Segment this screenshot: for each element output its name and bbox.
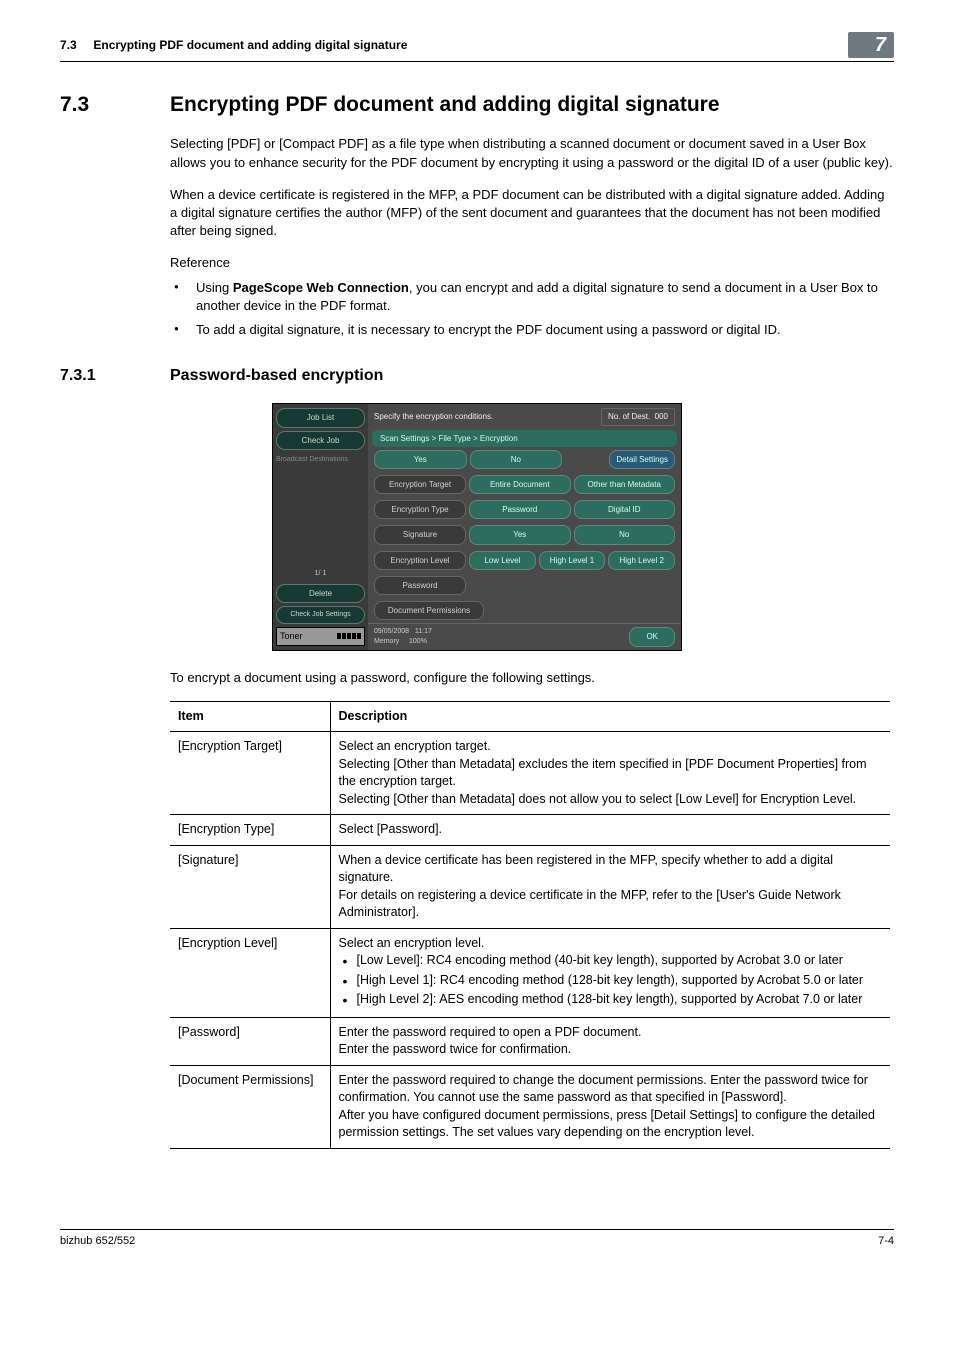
subsection-title-text: Password-based encryption — [170, 365, 383, 387]
breadcrumb: Scan Settings > File Type > Encryption — [372, 430, 677, 447]
para-2: When a device certificate is registered … — [170, 186, 894, 241]
subsection-heading: 7.3.1 Password-based encryption — [60, 365, 894, 387]
table-header-item: Item — [170, 701, 330, 732]
cell-encryption-target: [Encryption Target] — [170, 732, 330, 815]
toner-indicator: Toner — [276, 627, 365, 646]
high-level-1-button[interactable]: High Level 1 — [539, 551, 606, 570]
password-row-label[interactable]: Password — [374, 576, 466, 595]
mfp-right-column: Specify the encryption conditions. No. o… — [368, 404, 681, 649]
mfp-top-bar: Specify the encryption conditions. No. o… — [368, 404, 681, 429]
encryption-target-label: Encryption Target — [374, 475, 466, 494]
ok-button[interactable]: OK — [629, 627, 675, 646]
cell-encryption-type: [Encryption Type] — [170, 815, 330, 846]
pager-label: 1/ 1 — [276, 567, 365, 581]
table-intro: To encrypt a document using a password, … — [170, 669, 894, 687]
instruction-text: Specify the encryption conditions. — [374, 411, 493, 422]
table-row: [Encryption Type] Select [Password]. — [170, 815, 890, 846]
signature-no-button[interactable]: No — [574, 525, 676, 544]
encrypt-yes-button[interactable]: Yes — [374, 450, 467, 469]
reference-list: Using PageScope Web Connection, you can … — [170, 279, 894, 340]
table-header-description: Description — [330, 701, 890, 732]
broadcast-label: Broadcast Destinations — [276, 453, 365, 467]
toner-bars-icon — [337, 633, 361, 639]
cell-doc-permissions-desc: Enter the password required to change th… — [330, 1065, 890, 1148]
mfp-left-column: Job List Check Job Broadcast Destination… — [273, 404, 368, 649]
table-row: [Document Permissions] Enter the passwor… — [170, 1065, 890, 1148]
cell-encryption-level-desc: Select an encryption level. [Low Level]:… — [330, 928, 890, 1017]
cell-signature-desc: When a device certificate has been regis… — [330, 845, 890, 928]
encryption-type-label: Encryption Type — [374, 500, 466, 519]
table-row: [Encryption Level] Select an encryption … — [170, 928, 890, 1017]
reference-item-1: Using PageScope Web Connection, you can … — [170, 279, 894, 315]
delete-button[interactable]: Delete — [276, 584, 365, 603]
section-heading: 7.3 Encrypting PDF document and adding d… — [60, 90, 894, 119]
signature-yes-button[interactable]: Yes — [469, 525, 571, 544]
encryption-level-label: Encryption Level — [374, 551, 466, 570]
document-permissions-label[interactable]: Document Permissions — [374, 601, 484, 620]
section-number: 7.3 — [60, 90, 130, 119]
table-row: [Password] Enter the password required t… — [170, 1017, 890, 1065]
cell-password-desc: Enter the password required to open a PD… — [330, 1017, 890, 1065]
mfp-panel: Job List Check Job Broadcast Destination… — [272, 403, 682, 650]
cell-doc-permissions: [Document Permissions] — [170, 1065, 330, 1148]
para-1: Selecting [PDF] or [Compact PDF] as a fi… — [170, 135, 894, 171]
header-section-title: Encrypting PDF document and adding digit… — [93, 38, 407, 52]
settings-table: Item Description [Encryption Target] Sel… — [170, 701, 890, 1149]
job-list-button[interactable]: Job List — [276, 408, 365, 427]
subsection-number: 7.3.1 — [60, 365, 130, 387]
reference-label: Reference — [170, 254, 894, 272]
cell-encryption-type-desc: Select [Password]. — [330, 815, 890, 846]
password-type-button[interactable]: Password — [469, 500, 571, 519]
chapter-badge: 7 — [848, 32, 894, 58]
check-job-settings-button[interactable]: Check Job Settings — [276, 606, 365, 624]
other-than-metadata-button[interactable]: Other than Metadata — [574, 475, 676, 494]
reference-item-2: To add a digital signature, it is necess… — [170, 321, 894, 339]
cell-encryption-target-desc: Select an encryption target. Selecting [… — [330, 732, 890, 815]
detail-settings-button[interactable]: Detail Settings — [609, 450, 675, 469]
mfp-screenshot: Job List Check Job Broadcast Destination… — [60, 403, 894, 650]
page-footer: bizhub 652/552 7-4 — [60, 1229, 894, 1249]
table-row: [Encryption Target] Select an encryption… — [170, 732, 890, 815]
digital-id-button[interactable]: Digital ID — [574, 500, 676, 519]
cell-password: [Password] — [170, 1017, 330, 1065]
footer-model: bizhub 652/552 — [60, 1234, 135, 1249]
cell-encryption-level: [Encryption Level] — [170, 928, 330, 1017]
footer-page: 7-4 — [878, 1234, 894, 1249]
section-title-text: Encrypting PDF document and adding digit… — [170, 90, 720, 119]
low-level-button[interactable]: Low Level — [469, 551, 536, 570]
header-left: 7.3 Encrypting PDF document and adding d… — [60, 37, 407, 54]
encrypt-no-button[interactable]: No — [470, 450, 563, 469]
page-header: 7.3 Encrypting PDF document and adding d… — [60, 32, 894, 62]
cell-signature: [Signature] — [170, 845, 330, 928]
table-row: [Signature] When a device certificate ha… — [170, 845, 890, 928]
signature-label: Signature — [374, 525, 466, 544]
header-section-num: 7.3 — [60, 38, 77, 52]
check-job-button[interactable]: Check Job — [276, 431, 365, 450]
mfp-footer: 09/05/2008 11:17 Memory 100% OK — [368, 623, 681, 650]
dest-counter: No. of Dest. 000 — [601, 408, 675, 425]
entire-document-button[interactable]: Entire Document — [469, 475, 571, 494]
high-level-2-button[interactable]: High Level 2 — [608, 551, 675, 570]
